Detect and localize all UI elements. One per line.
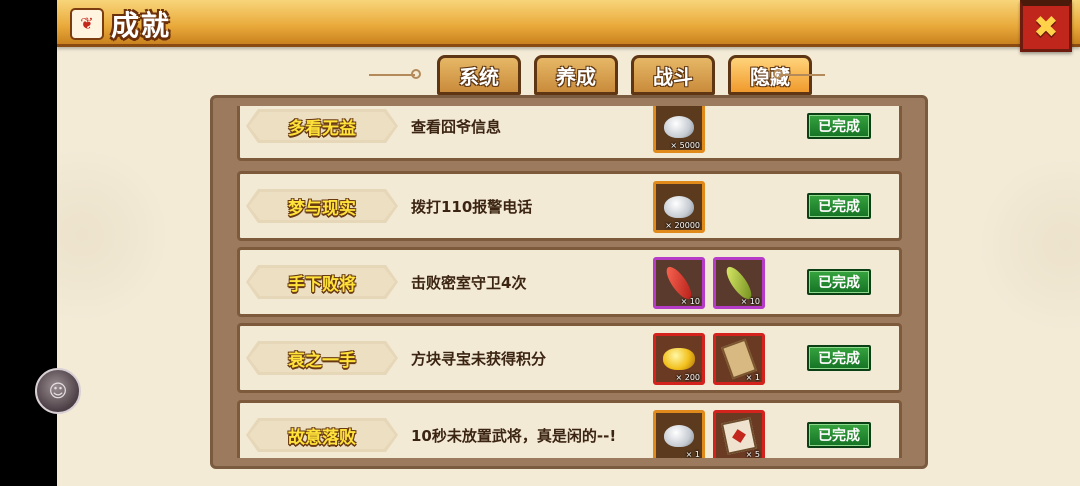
floating-avatar-icon[interactable]: ☺: [35, 368, 81, 414]
achievement-name-plate: 手下败将: [246, 265, 398, 299]
game-screen: ❦ 成就 ✖ 系统 养成 战斗 隐藏 多看无益 查看囧爷信息 × 5000 已完…: [57, 0, 1080, 486]
tab-battle[interactable]: 战斗: [631, 55, 715, 95]
reward-count: × 10: [740, 297, 760, 306]
status-badge: 已完成: [807, 345, 871, 371]
reward-slot[interactable]: × 10: [713, 257, 765, 309]
scroll-badge-icon: ❦: [70, 8, 104, 40]
achievement-name-plate: 衰之一手: [246, 341, 398, 375]
achievement-row: 衰之一手 方块寻宝未获得积分 × 200 × 1 已完成: [237, 323, 902, 393]
reward-count: × 5000: [670, 141, 700, 150]
reward-count: × 5: [745, 450, 760, 458]
achievement-panel: 多看无益 查看囧爷信息 × 5000 已完成 梦与现实 拨打110报警电话 × …: [210, 95, 928, 469]
reward-slot[interactable]: × 5000: [653, 106, 705, 153]
tab-ornament-right: [773, 69, 825, 79]
background-ornament-left: [57, 150, 167, 320]
achievement-name-plate: 多看无益: [246, 109, 398, 143]
achievement-name: 多看无益: [288, 118, 356, 139]
reward-count: × 1: [685, 450, 700, 458]
reward-slot[interactable]: × 1: [653, 410, 705, 458]
tab-ornament-left: [369, 69, 421, 79]
close-button[interactable]: ✖: [1020, 0, 1072, 52]
achievement-description: 方块寻宝未获得积分: [411, 349, 547, 368]
background-ornament-right: [980, 160, 1080, 330]
status-badge: 已完成: [807, 193, 871, 219]
tab-system[interactable]: 系统: [437, 55, 521, 95]
reward-count: × 20000: [665, 221, 700, 230]
achievement-row: 手下败将 击败密室守卫4次 × 10 × 10 已完成: [237, 247, 902, 317]
reward-slot[interactable]: × 20000: [653, 181, 705, 233]
gold-ingot-icon: [663, 348, 695, 370]
achievement-name: 衰之一手: [288, 350, 356, 371]
achievement-description: 10秒未放置武将，真是闲的--!: [411, 426, 617, 445]
achievement-name: 故意落败: [288, 427, 356, 448]
silver-ingot-icon: [664, 196, 694, 218]
achievement-name: 手下败将: [288, 274, 356, 295]
page-title: 成就: [111, 9, 172, 42]
reward-count: × 200: [675, 373, 700, 382]
category-tabs: 系统 养成 战斗 隐藏: [369, 55, 825, 97]
status-badge: 已完成: [807, 113, 871, 139]
status-badge: 已完成: [807, 422, 871, 448]
title-bar: ❦ 成就: [57, 0, 1080, 47]
reward-slot[interactable]: × 200: [653, 333, 705, 385]
achievement-name-plate: 故意落败: [246, 418, 398, 452]
reward-slot[interactable]: × 10: [653, 257, 705, 309]
reward-slot[interactable]: × 1: [713, 333, 765, 385]
achievement-name: 梦与现实: [288, 198, 356, 219]
close-x-icon: ✖: [1033, 9, 1059, 45]
achievement-description: 查看囧爷信息: [411, 117, 502, 136]
reward-count: × 1: [745, 373, 760, 382]
tab-cultivate[interactable]: 养成: [534, 55, 618, 95]
reward-count: × 10: [680, 297, 700, 306]
achievement-row: 故意落败 10秒未放置武将，真是闲的--! × 1 × 5 已完成: [237, 400, 902, 458]
achievement-row: 梦与现实 拨打110报警电话 × 20000 已完成: [237, 171, 902, 241]
silver-ingot-icon: [664, 116, 694, 138]
achievement-description: 拨打110报警电话: [411, 197, 533, 216]
reward-slot[interactable]: × 5: [713, 410, 765, 458]
achievement-row: 多看无益 查看囧爷信息 × 5000 已完成: [237, 106, 902, 161]
status-badge: 已完成: [807, 269, 871, 295]
silver-ingot-icon: [664, 425, 694, 447]
achievement-list[interactable]: 多看无益 查看囧爷信息 × 5000 已完成 梦与现实 拨打110报警电话 × …: [224, 106, 914, 458]
achievement-name-plate: 梦与现实: [246, 189, 398, 223]
achievement-description: 击败密室守卫4次: [411, 273, 527, 292]
